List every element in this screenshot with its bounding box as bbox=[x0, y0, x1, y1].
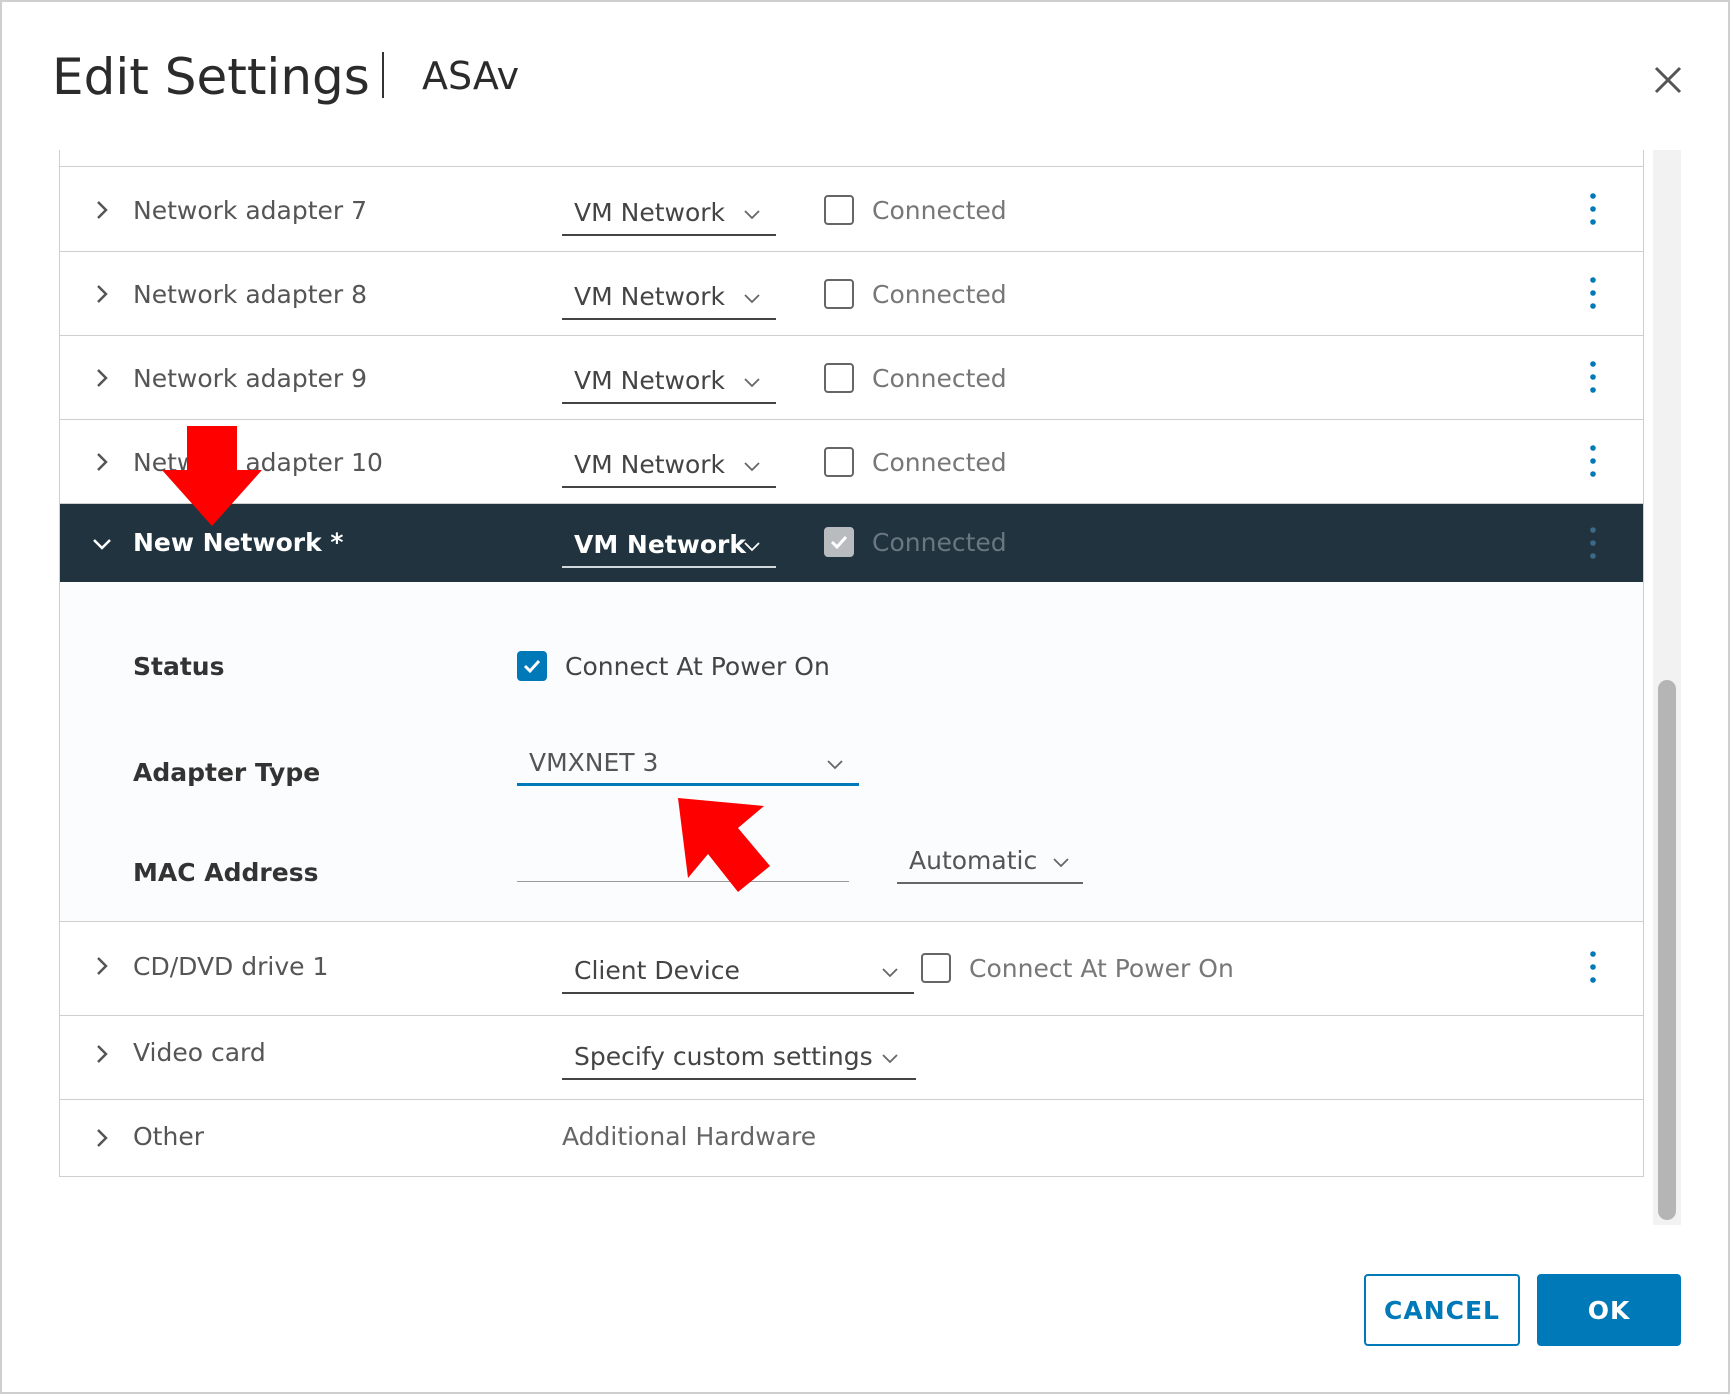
connected-label: Connected bbox=[872, 448, 1007, 477]
chevron-right-icon[interactable] bbox=[90, 366, 114, 390]
network-select[interactable]: VM Network bbox=[562, 274, 776, 320]
network-select[interactable]: VM Network bbox=[562, 358, 776, 404]
checkmark-icon bbox=[523, 659, 541, 674]
more-options-icon[interactable] bbox=[1588, 444, 1598, 478]
cd-connect-at-power-on-label: Connect At Power On bbox=[969, 954, 1234, 983]
list-item-cd-dvd-drive[interactable]: CD/DVD drive 1 Client Device Connect At … bbox=[60, 922, 1643, 1016]
cd-dvd-select[interactable]: Client Device bbox=[562, 948, 914, 994]
list-item-network-adapter-10[interactable]: Network adapter 10 VM Network Connected bbox=[60, 420, 1643, 504]
hardware-list: Network adapter 7 VM Network Connected N… bbox=[59, 150, 1644, 1177]
cancel-button[interactable]: CANCEL bbox=[1364, 1274, 1520, 1346]
close-icon[interactable] bbox=[1642, 54, 1694, 106]
connected-label: Connected bbox=[872, 528, 1007, 557]
video-card-value: Specify custom settings bbox=[574, 1042, 873, 1071]
cd-connect-at-power-on-checkbox[interactable] bbox=[921, 953, 951, 983]
list-item-network-adapter-8[interactable]: Network adapter 8 VM Network Connected bbox=[60, 252, 1643, 336]
list-item-network-adapter-7[interactable]: Network adapter 7 VM Network Connected bbox=[60, 168, 1643, 252]
connected-checkbox[interactable] bbox=[824, 363, 854, 393]
chevron-down-icon bbox=[744, 542, 760, 552]
checkmark-icon bbox=[830, 535, 848, 550]
more-options-icon[interactable] bbox=[1588, 276, 1598, 310]
row-label: Other bbox=[133, 1122, 204, 1151]
connected-checkbox[interactable] bbox=[824, 195, 854, 225]
connected-checkbox[interactable] bbox=[824, 527, 854, 557]
network-select-value: VM Network bbox=[574, 198, 726, 227]
chevron-down-icon[interactable] bbox=[90, 532, 114, 556]
connected-label: Connected bbox=[872, 196, 1007, 225]
annotation-arrow-up-left-icon bbox=[678, 798, 770, 892]
dialog-title: Edit Settings bbox=[52, 48, 370, 106]
chevron-down-icon bbox=[827, 760, 843, 770]
connect-at-power-on-checkbox[interactable] bbox=[517, 651, 547, 681]
more-options-icon[interactable] bbox=[1588, 526, 1598, 560]
adapter-type-value: VMXNET 3 bbox=[529, 748, 659, 777]
network-select-value: VM Network bbox=[574, 366, 726, 395]
adapter-type-label: Adapter Type bbox=[133, 758, 321, 787]
list-item-other[interactable]: Other Additional Hardware bbox=[60, 1100, 1643, 1176]
connected-label: Connected bbox=[872, 280, 1007, 309]
chevron-down-icon bbox=[744, 378, 760, 388]
chevron-down-icon bbox=[744, 462, 760, 472]
mac-mode-select[interactable]: Automatic bbox=[897, 838, 1083, 884]
video-card-select[interactable]: Specify custom settings bbox=[562, 1034, 916, 1080]
connected-label: Connected bbox=[872, 364, 1007, 393]
network-select[interactable]: VM Network bbox=[562, 442, 776, 488]
network-select[interactable]: VM Network bbox=[562, 190, 776, 236]
status-label: Status bbox=[133, 652, 225, 681]
annotation-arrow-down-icon bbox=[162, 426, 262, 526]
title-separator bbox=[382, 52, 384, 98]
chevron-right-icon[interactable] bbox=[90, 1042, 114, 1066]
chevron-right-icon[interactable] bbox=[90, 198, 114, 222]
row-label: CD/DVD drive 1 bbox=[133, 952, 329, 981]
dialog-subtitle: ASAv bbox=[422, 54, 520, 98]
chevron-down-icon bbox=[1053, 858, 1069, 868]
chevron-right-icon[interactable] bbox=[90, 954, 114, 978]
adapter-type-select[interactable]: VMXNET 3 bbox=[517, 740, 859, 786]
network-select[interactable]: VM Network bbox=[562, 522, 776, 568]
more-options-icon[interactable] bbox=[1588, 192, 1598, 226]
chevron-right-icon[interactable] bbox=[90, 450, 114, 474]
row-label: Video card bbox=[133, 1038, 266, 1067]
more-options-icon[interactable] bbox=[1588, 360, 1598, 394]
row-label: New Network * bbox=[133, 528, 344, 557]
chevron-down-icon bbox=[882, 968, 898, 978]
scrollbar-thumb[interactable] bbox=[1658, 680, 1676, 1220]
list-item-video-card[interactable]: Video card Specify custom settings bbox=[60, 1016, 1643, 1100]
mac-address-label: MAC Address bbox=[133, 858, 319, 887]
network-select-value: VM Network bbox=[574, 530, 746, 559]
more-options-icon[interactable] bbox=[1588, 950, 1598, 984]
other-value: Additional Hardware bbox=[562, 1122, 817, 1151]
row-label: Network adapter 9 bbox=[133, 364, 368, 393]
row-label: Network adapter 7 bbox=[133, 196, 368, 225]
mac-mode-value: Automatic bbox=[909, 846, 1038, 875]
cd-dvd-value: Client Device bbox=[574, 956, 740, 985]
connect-at-power-on-label: Connect At Power On bbox=[565, 652, 830, 681]
chevron-down-icon bbox=[744, 294, 760, 304]
ok-button[interactable]: OK bbox=[1537, 1274, 1681, 1346]
cutoff-row bbox=[60, 150, 1643, 167]
chevron-right-icon[interactable] bbox=[90, 1126, 114, 1150]
network-select-value: VM Network bbox=[574, 282, 726, 311]
network-select-value: VM Network bbox=[574, 450, 726, 479]
list-item-new-network[interactable]: New Network * VM Network Connected bbox=[60, 504, 1643, 584]
row-label: Network adapter 8 bbox=[133, 280, 368, 309]
chevron-down-icon bbox=[744, 210, 760, 220]
connected-checkbox[interactable] bbox=[824, 447, 854, 477]
list-item-network-adapter-9[interactable]: Network adapter 9 VM Network Connected bbox=[60, 336, 1643, 420]
chevron-right-icon[interactable] bbox=[90, 282, 114, 306]
connected-checkbox[interactable] bbox=[824, 279, 854, 309]
chevron-down-icon bbox=[882, 1054, 898, 1064]
edit-settings-dialog: Edit Settings ASAv Network adapter 7 VM … bbox=[0, 0, 1730, 1394]
new-network-details: Status Connect At Power On Adapter Type … bbox=[60, 582, 1643, 922]
